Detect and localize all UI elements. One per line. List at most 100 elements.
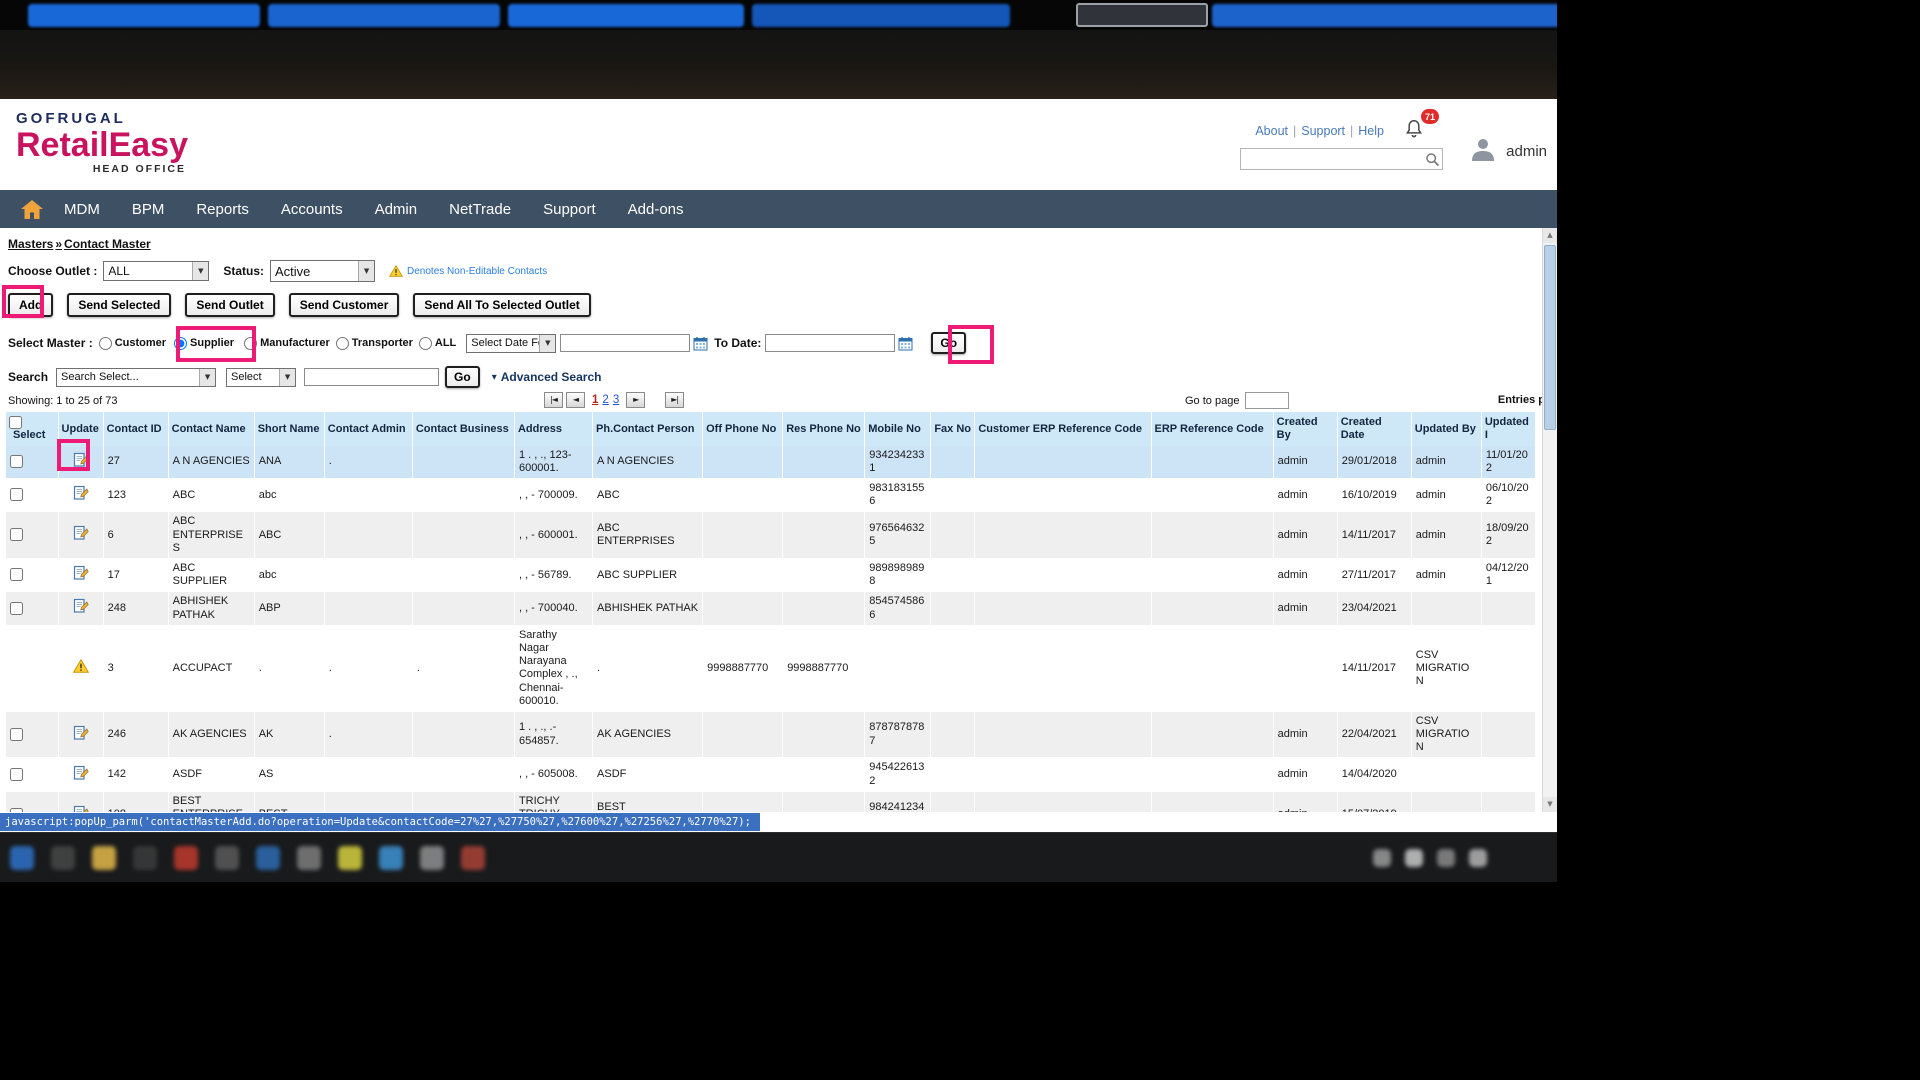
taskbar-icon[interactable] [297, 846, 321, 870]
search-go-button[interactable]: Go [445, 366, 480, 388]
row-checkbox[interactable] [10, 528, 23, 541]
first-page-button[interactable]: |◄ [544, 392, 563, 408]
taskbar-icon[interactable] [215, 846, 239, 870]
logo[interactable]: GOFRUGAL RetailEasy HEAD OFFICE [16, 110, 188, 175]
last-page-button[interactable]: ►| [665, 392, 684, 408]
date-for-select[interactable]: Select Date For ▼ [466, 334, 556, 353]
nav-item-reports[interactable]: Reports [196, 201, 249, 218]
nav-item-add-ons[interactable]: Add-ons [628, 201, 684, 218]
breadcrumb-separator: » [53, 237, 64, 251]
tray-icon[interactable] [1373, 849, 1391, 867]
send-customer-button[interactable]: Send Customer [289, 293, 400, 317]
radio-transporter[interactable] [336, 337, 349, 350]
page-link-1[interactable]: 1 [592, 394, 598, 406]
search-query-input[interactable] [304, 368, 439, 386]
date-go-button[interactable]: Go [931, 332, 966, 354]
search-icon[interactable] [1422, 152, 1442, 167]
breadcrumb-parent[interactable]: Masters [8, 237, 53, 251]
taskbar-icon[interactable] [379, 846, 403, 870]
browser-tab[interactable] [752, 4, 1010, 27]
search-operator-select[interactable]: Select ▼ [226, 368, 296, 387]
user-menu[interactable]: admin [1468, 134, 1547, 169]
tray-icon[interactable] [1405, 849, 1423, 867]
choose-outlet-select[interactable]: ALL ▼ [103, 261, 209, 281]
calendar-icon[interactable] [898, 336, 913, 351]
scroll-up-icon[interactable]: ▲ [1543, 228, 1557, 243]
taskbar-icon[interactable] [174, 846, 198, 870]
search-field-select[interactable]: Search Select... ▼ [56, 368, 216, 387]
status-select[interactable]: Active ▼ [270, 260, 375, 282]
edit-icon[interactable] [73, 572, 89, 584]
tray-icon[interactable] [1437, 849, 1455, 867]
browser-window-control[interactable] [1076, 3, 1208, 27]
edit-icon[interactable] [73, 492, 89, 504]
home-icon[interactable] [20, 198, 46, 220]
taskbar-icon[interactable] [420, 846, 444, 870]
tray-icon[interactable] [1469, 849, 1487, 867]
nav-item-bpm[interactable]: BPM [132, 201, 165, 218]
row-checkbox[interactable] [10, 488, 23, 501]
radio-supplier[interactable] [174, 337, 187, 350]
row-checkbox[interactable] [10, 602, 23, 615]
advanced-search-link[interactable]: ▾ Advanced Search [492, 370, 602, 384]
browser-tab[interactable] [268, 4, 500, 27]
taskbar-icon[interactable] [256, 846, 280, 870]
bell-icon[interactable]: 71 [1403, 118, 1427, 142]
taskbar-icon[interactable] [338, 846, 362, 870]
row-checkbox[interactable] [10, 455, 23, 468]
goto-page-input[interactable] [1245, 392, 1289, 409]
browser-tab[interactable] [508, 4, 744, 27]
radio-all[interactable] [419, 337, 432, 350]
master-option-supplier[interactable]: Supplier [174, 337, 234, 350]
nav-item-mdm[interactable]: MDM [64, 201, 100, 218]
cell-res-phone-no [783, 592, 865, 625]
radio-manufacturer[interactable] [244, 337, 257, 350]
scrollbar-thumb[interactable] [1544, 245, 1556, 430]
header-link-about[interactable]: About [1255, 124, 1288, 138]
nav-item-nettrade[interactable]: NetTrade [449, 201, 511, 218]
edit-icon[interactable] [73, 732, 89, 744]
master-option-manufacturer[interactable]: Manufacturer [244, 337, 330, 350]
radio-customer[interactable] [99, 337, 112, 350]
page-link-2[interactable]: 2 [602, 394, 608, 406]
cell-off-phone-no [703, 559, 783, 592]
taskbar-icon[interactable] [92, 846, 116, 870]
scroll-down-icon[interactable]: ▼ [1543, 797, 1557, 812]
header-search-input[interactable] [1241, 149, 1422, 169]
select-all-checkbox[interactable] [9, 416, 22, 429]
nav-item-accounts[interactable]: Accounts [281, 201, 343, 218]
taskbar-icon[interactable] [10, 846, 34, 870]
calendar-icon[interactable] [693, 336, 708, 351]
edit-icon[interactable] [73, 532, 89, 544]
taskbar-icon[interactable] [133, 846, 157, 870]
master-option-customer[interactable]: Customer [99, 337, 166, 350]
edit-icon[interactable] [73, 605, 89, 617]
search-row: Search Search Select... ▼ Select ▼ Go ▾ … [0, 364, 1557, 390]
master-option-transporter[interactable]: Transporter [336, 337, 413, 350]
send-all-to-selected-outlet-button[interactable]: Send All To Selected Outlet [413, 293, 590, 317]
prev-page-button[interactable]: ◄ [566, 392, 585, 408]
cell-res-phone-no [783, 559, 865, 592]
row-checkbox[interactable] [10, 568, 23, 581]
browser-tab[interactable] [1212, 4, 1557, 27]
send-selected-button[interactable]: Send Selected [67, 293, 171, 317]
from-date-input[interactable] [560, 334, 690, 352]
header-link-help[interactable]: Help [1358, 124, 1384, 138]
page-link-3[interactable]: 3 [613, 394, 619, 406]
add-button[interactable]: Add [8, 293, 53, 317]
send-outlet-button[interactable]: Send Outlet [185, 293, 274, 317]
row-checkbox[interactable] [10, 768, 23, 781]
cell-address: Sarathy Nagar Narayana Complex , ., Chen… [514, 625, 592, 711]
next-page-button[interactable]: ► [626, 392, 645, 408]
browser-tab[interactable] [28, 4, 260, 27]
to-date-input[interactable] [765, 334, 895, 352]
row-checkbox[interactable] [10, 728, 23, 741]
nav-item-support[interactable]: Support [543, 201, 596, 218]
taskbar-icon[interactable] [51, 846, 75, 870]
nav-item-admin[interactable]: Admin [375, 201, 418, 218]
header-link-support[interactable]: Support [1301, 124, 1345, 138]
taskbar-icon[interactable] [461, 846, 485, 870]
master-option-all[interactable]: ALL [419, 337, 456, 350]
edit-icon[interactable] [73, 459, 89, 471]
edit-icon[interactable] [73, 772, 89, 784]
